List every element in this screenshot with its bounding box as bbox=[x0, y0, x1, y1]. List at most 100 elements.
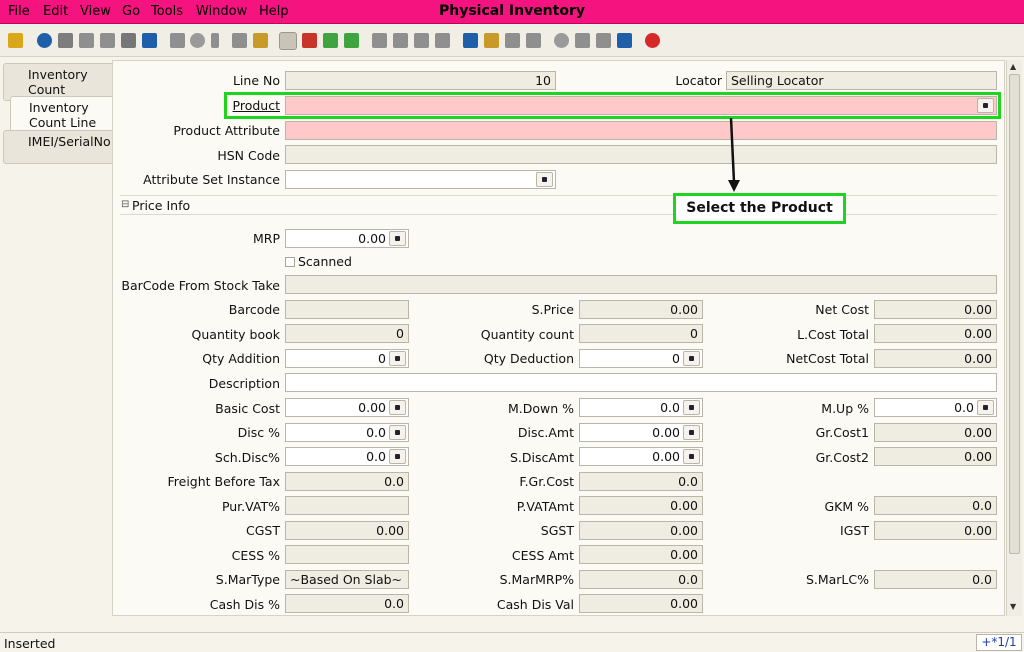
gr-cost1-field: 0.00 bbox=[874, 423, 997, 442]
scroll-up-icon[interactable]: ▲ bbox=[1010, 62, 1016, 71]
s-price-field: 0.00 bbox=[579, 300, 703, 319]
collapse-icon[interactable]: ⊟ bbox=[121, 199, 129, 210]
product-field[interactable] bbox=[285, 96, 997, 115]
s-disc-amt-calculator-button[interactable] bbox=[683, 449, 700, 464]
barcode-label: Barcode bbox=[228, 302, 280, 317]
print-preview-icon[interactable] bbox=[526, 33, 541, 48]
attachment-icon[interactable] bbox=[211, 33, 219, 48]
attribute-set-instance-field[interactable] bbox=[285, 170, 556, 189]
undo-icon[interactable] bbox=[8, 33, 23, 48]
exit-icon[interactable] bbox=[645, 33, 660, 48]
igst-label: IGST bbox=[840, 523, 869, 538]
qty-deduction-calculator-button[interactable] bbox=[683, 351, 700, 366]
m-up-label: M.Up % bbox=[821, 401, 869, 416]
back-icon[interactable] bbox=[323, 33, 338, 48]
delete-icon[interactable] bbox=[100, 33, 115, 48]
l-cost-total-label: L.Cost Total bbox=[797, 327, 869, 342]
hsn-code-label: HSN Code bbox=[217, 148, 280, 163]
tab-inventory-count-line[interactable]: Inventory Count Line bbox=[10, 96, 112, 134]
menu-help[interactable]: Help bbox=[259, 4, 289, 19]
product-attribute-field[interactable] bbox=[285, 121, 997, 140]
history-icon[interactable] bbox=[253, 33, 268, 48]
forward-icon[interactable] bbox=[344, 33, 359, 48]
description-field[interactable] bbox=[285, 373, 997, 392]
last-record-icon[interactable] bbox=[435, 33, 450, 48]
pur-vat-label: Pur.VAT% bbox=[221, 499, 280, 514]
freight-before-tax-label: Freight Before Tax bbox=[167, 474, 280, 489]
disc-amt-calculator-button[interactable] bbox=[683, 425, 700, 440]
home-icon[interactable] bbox=[302, 33, 317, 48]
disc-amt-label: Disc.Amt bbox=[517, 425, 574, 440]
report-icon[interactable] bbox=[463, 33, 478, 48]
line-no-label: Line No bbox=[232, 73, 280, 88]
gr-cost2-field: 0.00 bbox=[874, 447, 997, 466]
scanned-checkbox[interactable] bbox=[285, 257, 295, 267]
line-no-field: 10 bbox=[285, 71, 556, 90]
new-icon[interactable] bbox=[58, 33, 73, 48]
net-cost-label: Net Cost bbox=[815, 302, 869, 317]
sgst-field: 0.00 bbox=[579, 521, 703, 540]
cess-pct-field bbox=[285, 545, 409, 564]
save-icon[interactable] bbox=[142, 33, 157, 48]
find-icon[interactable] bbox=[190, 33, 205, 48]
chat-icon[interactable] bbox=[232, 33, 247, 48]
netcost-total-label: NetCost Total bbox=[786, 351, 869, 366]
qty-addition-label: Qty Addition bbox=[202, 351, 280, 366]
f-gr-cost-label: F.Gr.Cost bbox=[519, 474, 574, 489]
menu-file[interactable]: File bbox=[8, 4, 30, 19]
s-disc-amt-label: S.DiscAmt bbox=[509, 450, 574, 465]
vertical-scrollbar[interactable]: ▲ ▼ bbox=[1006, 60, 1022, 616]
m-up-calculator-button[interactable] bbox=[977, 400, 994, 415]
cess-pct-label: CESS % bbox=[231, 548, 280, 563]
qty-addition-calculator-button[interactable] bbox=[389, 351, 406, 366]
tab-label: IMEI/SerialNo bbox=[28, 134, 111, 149]
attribute-set-instance-button[interactable] bbox=[536, 172, 553, 187]
quantity-count-field: 0 bbox=[579, 324, 703, 343]
select-product-callout: Select the Product bbox=[673, 193, 846, 224]
gr-cost2-label: Gr.Cost2 bbox=[815, 450, 869, 465]
archive-icon[interactable] bbox=[484, 33, 499, 48]
product-attribute-label: Product Attribute bbox=[173, 123, 280, 138]
scroll-down-icon[interactable]: ▼ bbox=[1010, 602, 1016, 611]
menu-tools[interactable]: Tools bbox=[151, 4, 183, 19]
product-search-button[interactable] bbox=[977, 98, 994, 113]
help-icon[interactable] bbox=[37, 33, 52, 48]
next-record-icon[interactable] bbox=[414, 33, 429, 48]
scroll-thumb[interactable] bbox=[1009, 74, 1020, 554]
menu-view[interactable]: View bbox=[80, 4, 111, 19]
product-label: Product bbox=[232, 98, 280, 113]
grid-toggle-icon[interactable] bbox=[279, 32, 297, 50]
barcode-field bbox=[285, 300, 409, 319]
tab-imei-serialno[interactable]: IMEI/SerialNo bbox=[3, 130, 112, 164]
disc-pct-calculator-button[interactable] bbox=[389, 425, 406, 440]
zoom-across-icon[interactable] bbox=[554, 33, 569, 48]
scanned-label: Scanned bbox=[298, 254, 352, 269]
print-icon[interactable] bbox=[505, 33, 520, 48]
menu-window[interactable]: Window bbox=[196, 4, 247, 19]
requests-icon[interactable] bbox=[596, 33, 611, 48]
description-label: Description bbox=[208, 376, 280, 391]
first-record-icon[interactable] bbox=[372, 33, 387, 48]
m-down-calculator-button[interactable] bbox=[683, 400, 700, 415]
price-info-label[interactable]: Price Info bbox=[132, 198, 190, 213]
toolbar bbox=[0, 25, 1024, 57]
refresh-icon[interactable] bbox=[170, 33, 185, 48]
sch-disc-label: Sch.Disc% bbox=[214, 450, 280, 465]
active-workflows-icon[interactable] bbox=[575, 33, 590, 48]
menu-edit[interactable]: Edit bbox=[43, 4, 68, 19]
igst-field: 0.00 bbox=[874, 521, 997, 540]
previous-record-icon[interactable] bbox=[393, 33, 408, 48]
tab-strip: Inventory Count Inventory Count Line IME… bbox=[0, 58, 112, 626]
quantity-book-label: Quantity book bbox=[191, 327, 280, 342]
product-info-icon[interactable] bbox=[617, 33, 632, 48]
delete-selection-icon[interactable] bbox=[121, 33, 136, 48]
tab-label: Inventory Count bbox=[28, 67, 88, 97]
s-marlc-field: 0.0 bbox=[874, 570, 997, 589]
sch-disc-calculator-button[interactable] bbox=[389, 449, 406, 464]
mrp-label: MRP bbox=[252, 231, 280, 246]
mrp-calculator-button[interactable] bbox=[389, 231, 406, 246]
basic-cost-calculator-button[interactable] bbox=[389, 400, 406, 415]
copy-icon[interactable] bbox=[79, 33, 94, 48]
record-navigation[interactable]: +*1/1 bbox=[976, 634, 1022, 651]
menu-go[interactable]: Go bbox=[122, 4, 140, 19]
